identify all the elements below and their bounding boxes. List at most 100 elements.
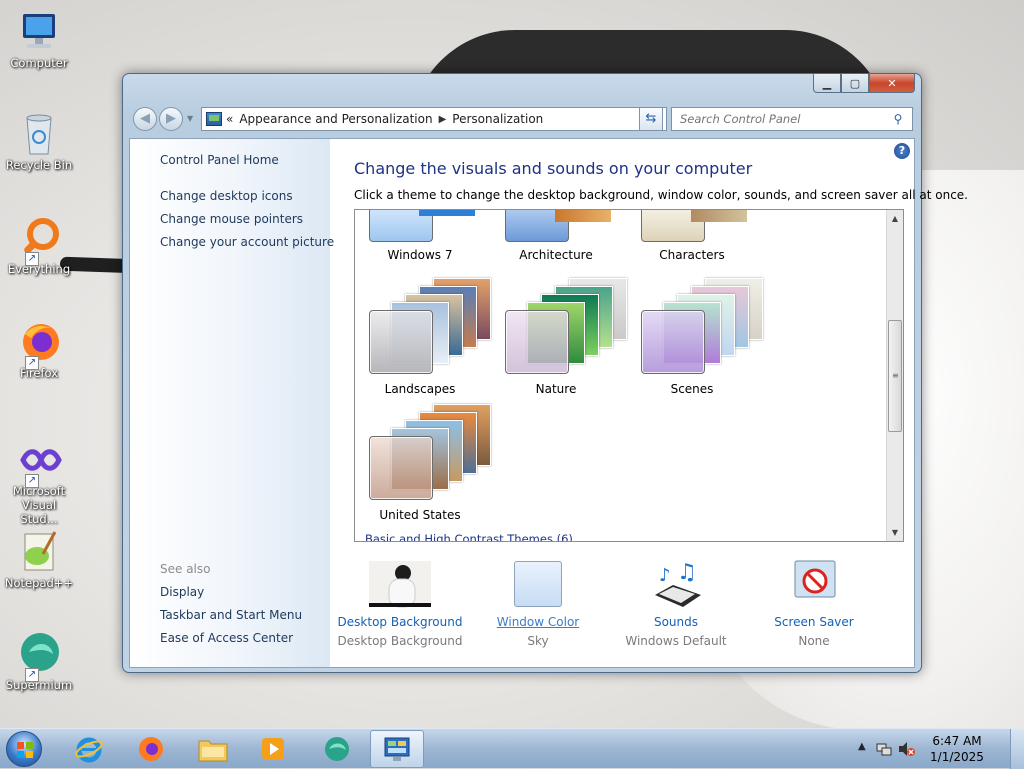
close-button[interactable]: ✕ <box>869 74 915 93</box>
window-color-link[interactable]: Window Color <box>468 615 608 629</box>
taskbar-media-player[interactable] <box>246 730 300 768</box>
sidebar-link-change-mouse-pointers[interactable]: Change mouse pointers <box>160 212 303 226</box>
refresh-button[interactable]: ⇆ <box>639 107 663 131</box>
desktop-background-setting[interactable]: Desktop Background Desktop Background <box>330 559 470 648</box>
help-icon[interactable]: ? <box>894 143 910 159</box>
main-panel: ? Change the visuals and sounds on your … <box>330 139 968 667</box>
desktop-icon-label: Firefox <box>19 366 59 380</box>
desktop-icon-recycle-bin[interactable]: Recycle Bin <box>4 110 74 172</box>
taskbar-firefox[interactable] <box>124 730 178 768</box>
shortcut-arrow-icon: ↗ <box>25 252 39 266</box>
window-color-value: Sky <box>527 634 549 648</box>
content-pane: Control Panel Home Change desktop icons … <box>129 138 968 668</box>
theme-name: Characters <box>659 248 725 262</box>
supermium-icon <box>325 737 349 761</box>
clock-time: 6:47 AM <box>932 734 982 748</box>
sidebar-link-control-panel-home[interactable]: Control Panel Home <box>160 153 279 167</box>
taskbar-internet-explorer[interactable] <box>62 730 116 768</box>
scrollbar-thumb[interactable]: ≡ <box>888 320 902 432</box>
shortcut-arrow-icon: ↗ <box>25 356 39 370</box>
folder-icon <box>198 740 228 762</box>
theme-united-states[interactable]: United States <box>355 400 491 522</box>
window-color-setting[interactable]: Window Color Sky <box>468 559 608 648</box>
taskbar-control-panel[interactable] <box>370 730 424 768</box>
media-player-icon <box>262 738 284 760</box>
recycle-bin-icon <box>15 110 63 158</box>
desktop-icon-label: Computer <box>10 56 68 70</box>
taskbar-file-explorer[interactable] <box>186 730 240 768</box>
theme-settings-bar: Desktop Background Desktop Background Wi… <box>330 559 914 659</box>
theme-color-swatch <box>369 436 433 500</box>
desktop-icon-label: Recycle Bin <box>5 158 73 172</box>
breadcrumb-overflow[interactable]: « <box>226 112 233 126</box>
page-subtitle: Click a theme to change the desktop back… <box>354 188 968 202</box>
breadcrumb-separator-icon[interactable]: ▶ <box>439 114 447 125</box>
sidebar-link-taskbar-start-menu[interactable]: Taskbar and Start Menu <box>160 608 302 622</box>
scroll-up-arrow-icon[interactable]: ▲ <box>887 210 903 227</box>
shortcut-arrow-icon: ↗ <box>25 668 39 682</box>
sounds-icon: ♪ ♫ <box>645 559 707 609</box>
breadcrumb-personalization[interactable]: Personalization <box>452 112 543 126</box>
basic-high-contrast-group-heading: Basic and High Contrast Themes (6) <box>365 532 573 542</box>
desktop-icon-supermium[interactable]: ↗ Supermium <box>4 630 74 692</box>
desktop-icon-notepad-plus-plus[interactable]: Notepad++ <box>4 528 74 590</box>
search-input[interactable] <box>678 111 888 127</box>
sounds-value: Windows Default <box>625 634 727 648</box>
sidebar-link-display[interactable]: Display <box>160 585 204 599</box>
personalization-window: ▁ ▢ ✕ ◀ ▶ ▼ « Appearance and Personaliza… <box>122 73 968 673</box>
show-hidden-icons-arrow-icon[interactable]: ▲ <box>858 741 866 752</box>
theme-architecture[interactable]: Architecture <box>491 210 621 262</box>
desktop-background-thumbnail <box>369 559 431 609</box>
minimize-button[interactable]: ▁ <box>813 74 841 93</box>
screen-saver-setting[interactable]: Screen Saver None <box>744 559 884 648</box>
maximize-button[interactable]: ▢ <box>841 74 869 93</box>
theme-windows-7[interactable]: Windows 7 <box>355 210 485 262</box>
theme-characters[interactable]: Characters <box>627 210 757 262</box>
sounds-setting[interactable]: ♪ ♫ Sounds Windows Default <box>606 559 746 648</box>
theme-name: Landscapes <box>384 382 456 396</box>
search-icon[interactable]: ⚲ <box>888 112 908 126</box>
sidebar: Control Panel Home Change desktop icons … <box>130 139 334 667</box>
sidebar-link-change-account-picture[interactable]: Change your account picture <box>160 235 334 249</box>
theme-gallery-scrollbar[interactable]: ▲ ≡ ▼ <box>886 210 903 541</box>
everything-search-icon: ↗ <box>15 214 63 266</box>
theme-name: United States <box>379 508 461 522</box>
theme-landscapes[interactable]: Landscapes <box>355 274 491 396</box>
scroll-down-arrow-icon[interactable]: ▼ <box>887 524 903 541</box>
start-button[interactable] <box>6 731 42 767</box>
screen-saver-link[interactable]: Screen Saver <box>744 615 884 629</box>
network-icon[interactable] <box>876 741 892 760</box>
theme-nature[interactable]: Nature <box>491 274 627 396</box>
theme-scenes[interactable]: Scenes <box>627 274 763 396</box>
sidebar-link-change-desktop-icons[interactable]: Change desktop icons <box>160 189 293 203</box>
theme-gallery: Windows 7 Architecture Characters Landsc… <box>354 209 904 542</box>
address-bar[interactable]: « Appearance and Personalization ▶ Perso… <box>201 107 667 131</box>
desktop-icon-label: Supermium <box>5 678 73 692</box>
screen-saver-icon <box>783 559 845 609</box>
desktop-icon-computer[interactable]: Computer <box>4 8 74 70</box>
control-panel-icon <box>384 737 410 761</box>
volume-muted-icon[interactable] <box>898 741 916 760</box>
window-color-swatch <box>507 559 569 609</box>
desktop-background-link[interactable]: Desktop Background <box>330 615 470 629</box>
breadcrumb-appearance[interactable]: Appearance and Personalization <box>239 112 432 126</box>
sidebar-link-ease-of-access[interactable]: Ease of Access Center <box>160 631 293 645</box>
desktop-icon-everything[interactable]: ↗ Everything <box>4 214 74 276</box>
theme-color-swatch <box>641 310 705 374</box>
back-button[interactable]: ◀ <box>133 107 157 131</box>
window-caption-buttons: ▁ ▢ ✕ <box>813 74 915 93</box>
visual-studio-icon: ↗ <box>15 436 63 488</box>
system-clock[interactable]: 6:47 AM 1/1/2025 <box>922 733 992 765</box>
show-desktop-button[interactable] <box>1010 729 1024 769</box>
desktop-icon-firefox[interactable]: ↗ Firefox <box>4 318 74 380</box>
desktop-icon-visual-studio[interactable]: ↗ Microsoft Visual Stud... <box>4 436 74 526</box>
computer-icon <box>15 8 63 56</box>
search-box[interactable]: ⚲ <box>671 107 913 131</box>
theme-color-swatch <box>505 310 569 374</box>
recent-pages-dropdown[interactable]: ▼ <box>187 114 193 123</box>
supermium-icon: ↗ <box>15 630 63 682</box>
sounds-link[interactable]: Sounds <box>606 615 746 629</box>
taskbar-supermium[interactable] <box>310 730 364 768</box>
navigation-bar: ◀ ▶ ▼ « Appearance and Personalization ▶… <box>131 106 915 132</box>
forward-button[interactable]: ▶ <box>159 107 183 131</box>
